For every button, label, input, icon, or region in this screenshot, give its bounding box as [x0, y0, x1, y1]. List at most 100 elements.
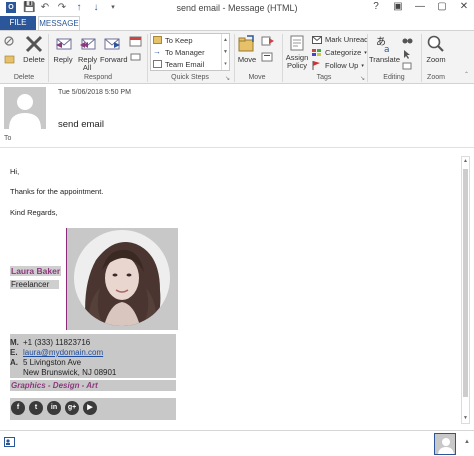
forward-arrow-icon: →: [153, 47, 161, 56]
tab-file[interactable]: FILE: [0, 16, 36, 30]
more-respond-button[interactable]: [128, 51, 144, 65]
zoom-label: Zoom: [426, 55, 446, 64]
translate-icon: あa: [376, 36, 390, 54]
group-label-tags: Tags: [316, 74, 332, 81]
quick-steps-launcher-icon[interactable]: ↘: [225, 75, 230, 82]
google-plus-icon[interactable]: g+: [65, 401, 79, 415]
scroll-down-icon[interactable]: ▼: [462, 414, 469, 423]
quick-steps-gallery: To Keep → To Manager Team Email ▲ ▼ ▾: [150, 33, 230, 71]
people-pane-avatar[interactable]: [434, 433, 456, 455]
translate-button[interactable]: あa Translate: [369, 34, 400, 64]
quick-step-to-manager[interactable]: → To Manager: [151, 46, 229, 58]
reply-label: Reply: [53, 55, 73, 64]
group-label-quick-steps: Quick Steps: [171, 74, 209, 81]
meeting-button[interactable]: [128, 35, 144, 49]
folder-icon: [153, 36, 162, 44]
rules-button[interactable]: [260, 35, 276, 49]
signature-address-row: A. 5 Livingston Ave: [10, 358, 83, 367]
window-controls: ? ▣ — ▢ ✕: [370, 1, 470, 12]
quick-step-label: To Manager: [165, 47, 205, 57]
quick-steps-scroll[interactable]: ▲ ▼ ▾: [221, 34, 229, 70]
delete-button[interactable]: Delete: [22, 34, 46, 64]
vertical-scrollbar[interactable]: ▲ ▼: [461, 156, 470, 424]
flag-icon: [312, 61, 320, 70]
move-button[interactable]: Move: [236, 34, 258, 64]
help-button[interactable]: ?: [370, 1, 382, 12]
reply-all-label: Reply All: [78, 55, 98, 72]
binoculars-icon: [402, 38, 412, 44]
email-link[interactable]: laura@mydomain.com: [22, 348, 105, 357]
ignore-button[interactable]: [2, 35, 18, 51]
assign-policy-label: Assign Policy: [285, 53, 309, 70]
body-greeting: Hi,: [10, 167, 20, 176]
quick-step-label: Team Email: [165, 59, 205, 69]
twitter-icon[interactable]: t: [29, 401, 43, 415]
envelope-icon: [153, 60, 162, 68]
scroll-up-icon[interactable]: ▲: [462, 157, 469, 166]
find-button[interactable]: [401, 35, 413, 47]
email-signature: Laura Baker Freelancer M. +1 (333) 11823…: [10, 228, 180, 424]
select-button[interactable]: [401, 49, 413, 61]
forward-icon: [104, 38, 120, 50]
group-label-move: Move: [248, 74, 266, 81]
follow-up-button[interactable]: Follow Up ▾: [312, 61, 364, 70]
forward-label: Forward: [100, 55, 128, 64]
minimize-button[interactable]: —: [414, 1, 426, 12]
cleanup-button[interactable]: [2, 53, 18, 67]
quick-step-to-keep[interactable]: To Keep: [151, 34, 229, 46]
group-divider: [367, 34, 368, 82]
cleanup-icon: [4, 55, 15, 64]
address-line-1: 5 Livingston Ave: [22, 358, 83, 367]
maximize-button[interactable]: ▢: [436, 1, 448, 12]
linkedin-icon[interactable]: in: [47, 401, 61, 415]
reply-all-icon: [80, 38, 96, 50]
facebook-icon[interactable]: f: [11, 401, 25, 415]
group-label-delete: Delete: [13, 74, 35, 81]
collapse-ribbon-icon[interactable]: ⌃: [464, 71, 469, 78]
reply-button[interactable]: Reply: [52, 34, 74, 64]
message-date: Tue 5/06/2018 5:50 PM: [58, 89, 131, 96]
delete-label: Delete: [23, 55, 45, 64]
group-divider: [282, 34, 283, 82]
email-key: E.: [10, 348, 20, 357]
sender-avatar[interactable]: [4, 87, 46, 129]
meeting-icon: [129, 36, 142, 47]
close-button[interactable]: ✕: [458, 1, 470, 12]
move-icon: [238, 35, 254, 52]
actions-button[interactable]: [260, 51, 276, 65]
people-pane-icon[interactable]: [4, 437, 15, 447]
group-label-respond: Respond: [83, 74, 113, 81]
related-button[interactable]: [401, 62, 413, 72]
categorize-label: Categorize: [325, 48, 362, 57]
youtube-icon[interactable]: ▶: [83, 401, 97, 415]
signature-email-row: E. laura@mydomain.com: [10, 348, 105, 357]
people-pane: ▲: [0, 430, 474, 456]
group-divider: [421, 34, 422, 82]
quick-step-team-email[interactable]: Team Email: [151, 58, 229, 70]
assign-policy-icon: [290, 35, 304, 51]
scroll-thumb[interactable]: [463, 169, 468, 397]
tab-message[interactable]: MESSAGE: [38, 16, 80, 30]
reply-all-button[interactable]: Reply All: [75, 34, 99, 72]
signature-photo: [74, 230, 170, 326]
title-bar: O 💾 ↶ ↷ ↑ ↓ ▾ send email - Message (HTML…: [0, 0, 474, 16]
assign-policy-button[interactable]: Assign Policy: [284, 34, 310, 70]
forward-button[interactable]: Forward: [100, 34, 128, 64]
mark-unread-button[interactable]: Mark Unread: [312, 35, 368, 44]
categorize-button[interactable]: Categorize ▾: [312, 48, 367, 57]
delete-icon: [25, 35, 43, 53]
mark-unread-label: Mark Unread: [325, 35, 369, 44]
related-icon: [402, 62, 412, 70]
to-label: To: [4, 135, 12, 142]
tags-launcher-icon[interactable]: ↘: [360, 75, 365, 82]
cursor-icon: [404, 50, 410, 59]
signature-mobile-row: M. +1 (333) 11823716: [10, 338, 92, 347]
body-closing: Kind Regards,: [10, 208, 58, 217]
ribbon-display-button[interactable]: ▣: [392, 1, 404, 12]
magnifier-icon: [427, 35, 444, 52]
expand-people-pane-icon[interactable]: ▲: [464, 439, 470, 445]
zoom-button[interactable]: Zoom: [423, 34, 449, 64]
signature-role: Freelancer: [10, 280, 59, 289]
message-body[interactable]: Hi, Thanks for the appointment. Kind Reg…: [0, 147, 474, 430]
envelope-unread-icon: [312, 35, 322, 44]
